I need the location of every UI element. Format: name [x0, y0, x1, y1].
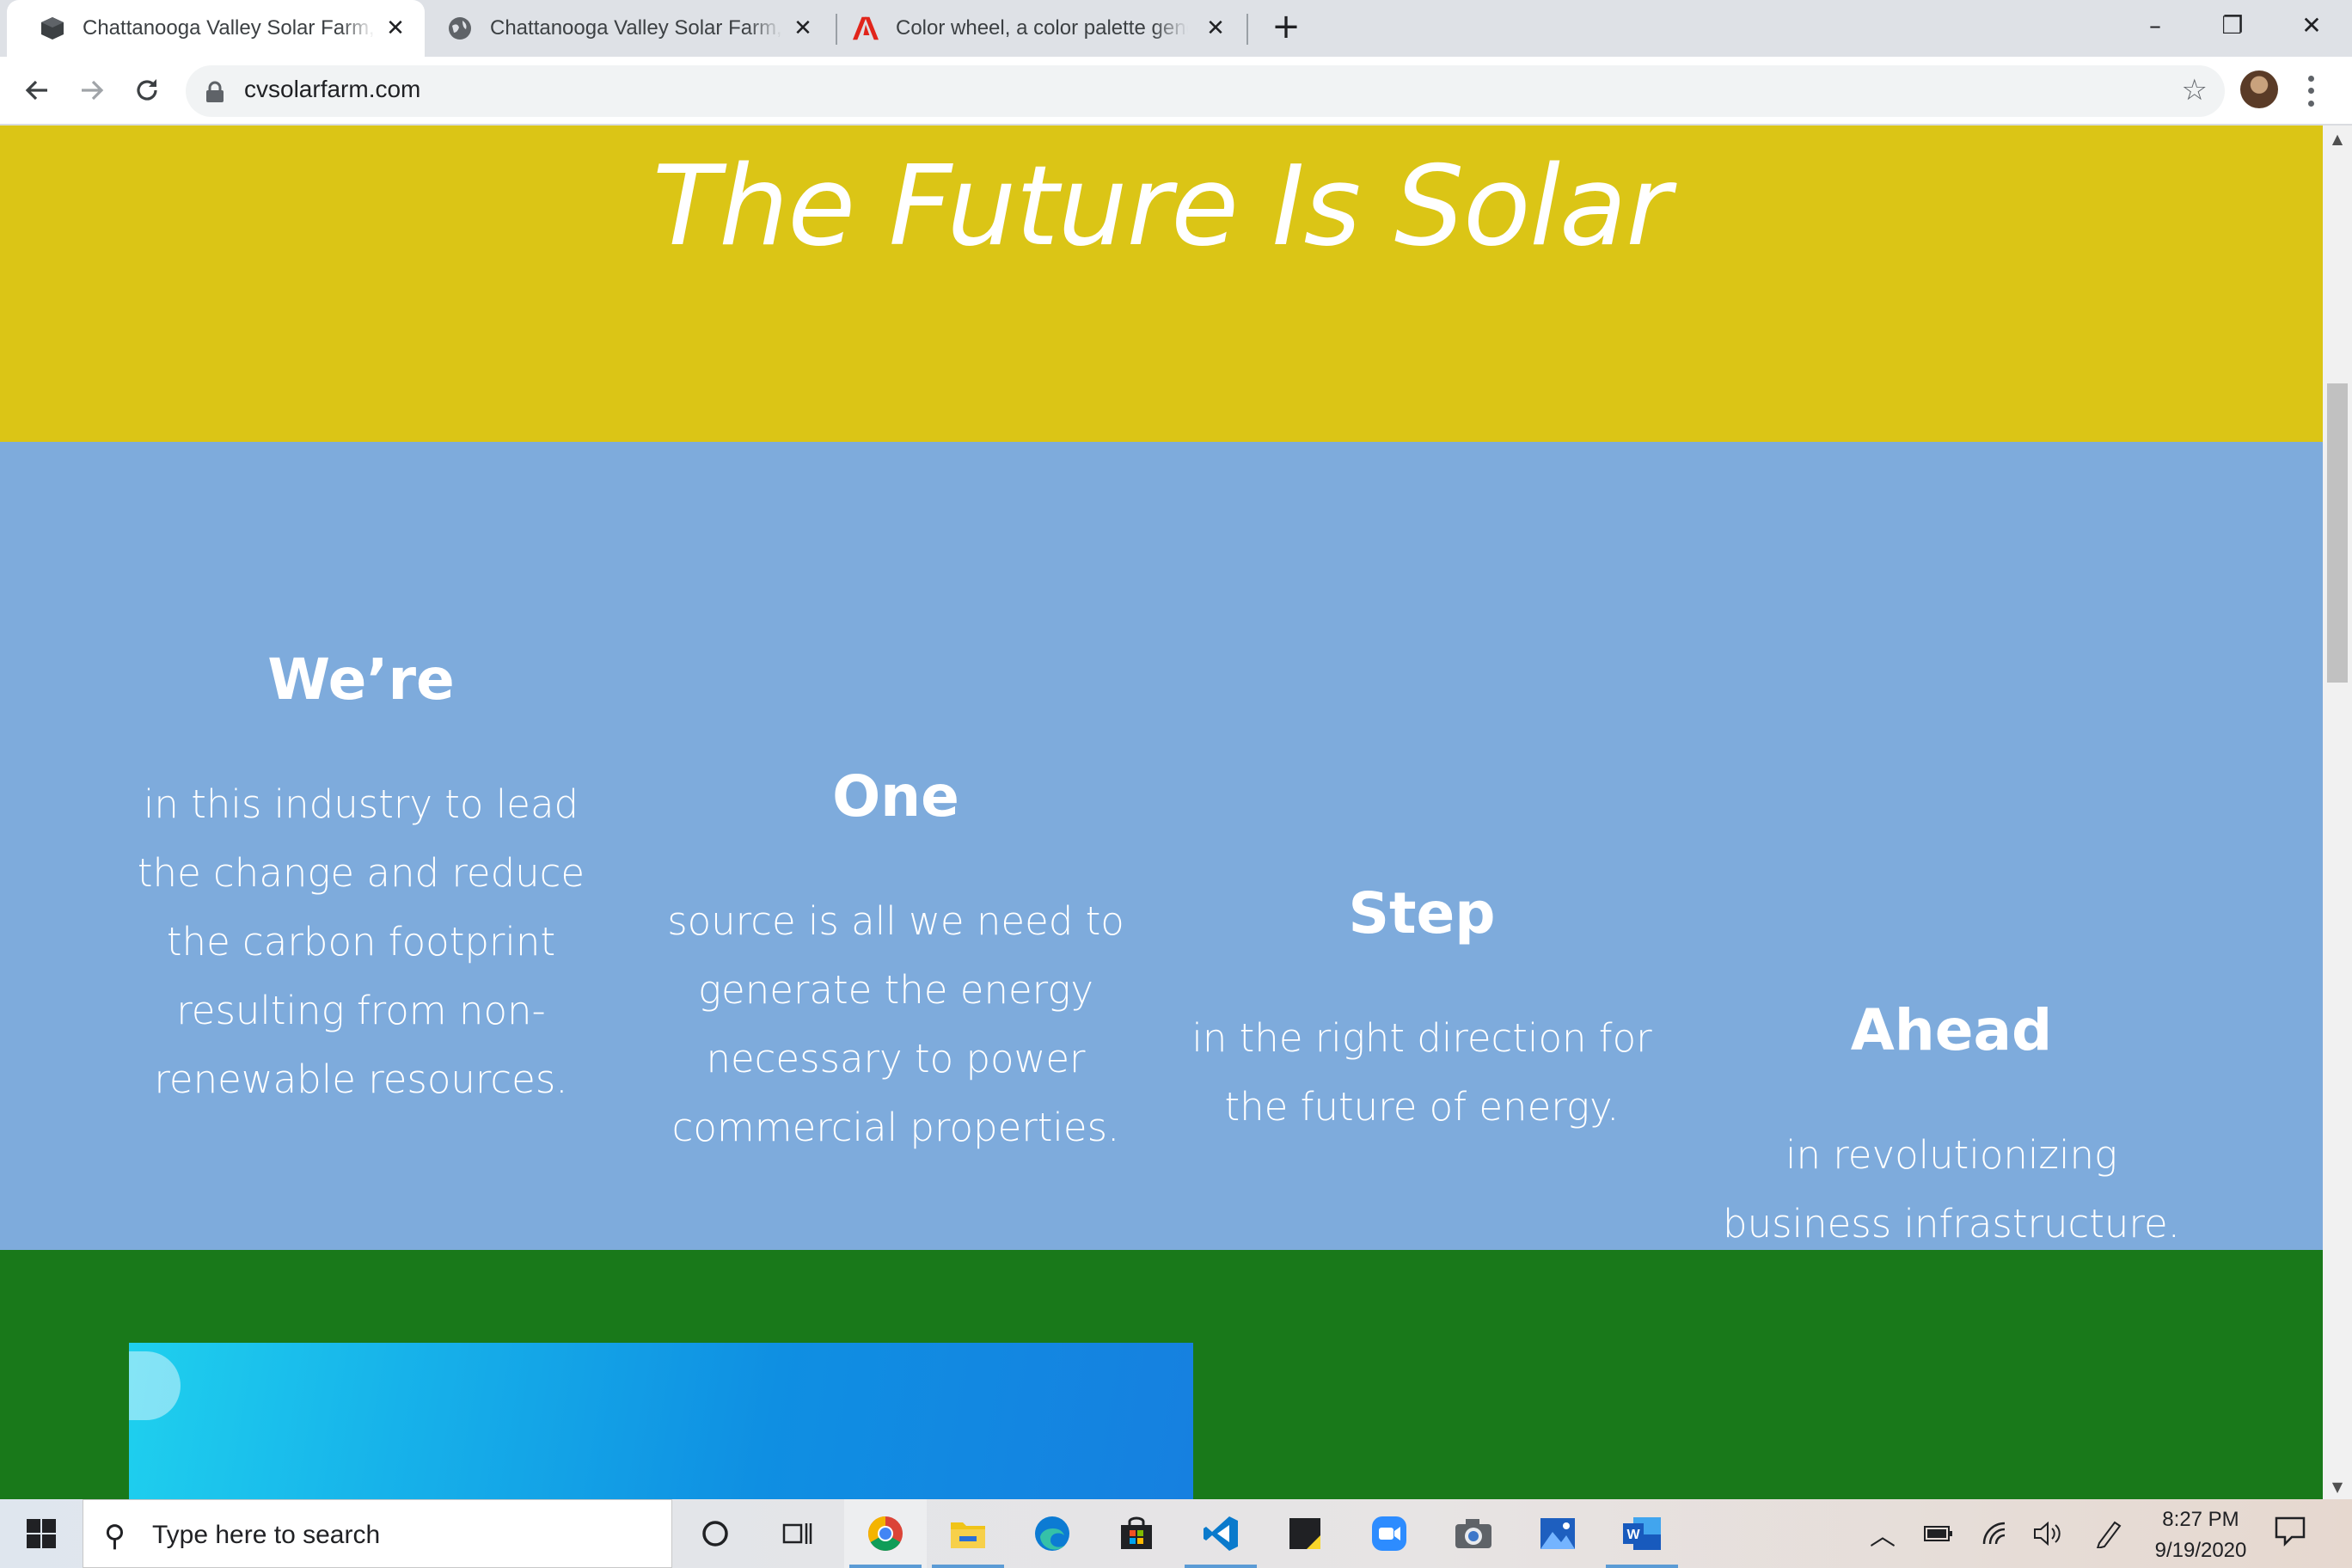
restore-button[interactable]: ❐ — [2194, 0, 2271, 50]
page-viewport: The Future Is Solar We’re in this indust… — [0, 126, 2323, 1499]
mission-section: We’re in this industry to lead the chang… — [0, 442, 2323, 1250]
column-line: generate the energy — [698, 967, 1093, 1013]
mission-column-were: We’re in this industry to lead the chang… — [95, 641, 628, 1114]
column-line: commercial properties. — [671, 1105, 1120, 1150]
start-button[interactable] — [0, 1499, 83, 1568]
close-tab-icon[interactable]: ✕ — [789, 15, 817, 42]
close-tab-icon[interactable]: ✕ — [1202, 15, 1229, 42]
cortana-icon[interactable] — [674, 1499, 756, 1568]
wifi-icon[interactable] — [1975, 1499, 2018, 1568]
battery-icon[interactable] — [1917, 1499, 1960, 1568]
mission-column-one: One source is all we need to generate th… — [629, 758, 1162, 1162]
search-icon: ⚲ — [104, 1519, 126, 1553]
mission-column-ahead: Ahead in revolutionizing business infras… — [1685, 992, 2218, 1259]
windows-logo-icon — [27, 1519, 56, 1548]
url-text: cvsolarfarm.com — [244, 76, 421, 102]
close-window-button[interactable]: ✕ — [2273, 0, 2350, 50]
arrow-right-icon — [82, 80, 104, 101]
tab-cvsolar-1[interactable]: Chattanooga Valley Solar Farm, LLC ✕ — [7, 0, 425, 57]
close-tab-icon[interactable]: ✕ — [382, 15, 409, 42]
browser-toolbar: cvsolarfarm.com ☆ — [0, 57, 2352, 126]
zoom-icon[interactable] — [1348, 1499, 1430, 1568]
reload-button[interactable] — [126, 69, 168, 112]
column-heading: Step — [1348, 880, 1496, 946]
tab-title: Color wheel, a color palette generator — [896, 16, 1188, 40]
file-explorer-icon[interactable] — [927, 1499, 1009, 1568]
arrow-left-icon — [25, 80, 47, 101]
column-line: in this industry to lead — [143, 781, 579, 827]
scrollbar-thumb[interactable] — [2327, 383, 2348, 683]
reload-icon — [137, 79, 157, 101]
lock-icon — [206, 81, 224, 102]
column-heading: One — [832, 763, 959, 830]
tab-title: Chattanooga Valley Solar Farm, LLC — [490, 16, 782, 40]
column-heading: Ahead — [1850, 997, 2053, 1063]
tab-title: Chattanooga Valley Solar Farm, LLC — [83, 16, 375, 40]
hero-title: The Future Is Solar — [652, 143, 1671, 271]
column-line: the change and reduce — [137, 850, 585, 896]
hero-section: The Future Is Solar — [0, 126, 2323, 442]
sticky-notes-icon[interactable] — [1264, 1499, 1346, 1568]
page-scrollbar[interactable]: ▲ ▼ — [2323, 126, 2352, 1499]
column-line: the future of energy. — [1224, 1084, 1620, 1130]
column-line: renewable resources. — [154, 1057, 568, 1102]
forward-button[interactable] — [70, 69, 113, 112]
column-line: the carbon footprint — [166, 919, 556, 965]
vscode-icon[interactable] — [1179, 1499, 1262, 1568]
column-line: necessary to power — [706, 1036, 1086, 1081]
windows-taskbar: ⚲ Type here to search W ︿ 8:27 PM 9/19/2… — [0, 1499, 2352, 1568]
back-button[interactable] — [15, 69, 58, 112]
pen-workspace-icon[interactable] — [2087, 1499, 2130, 1568]
clock-time: 8:27 PM — [2162, 1508, 2239, 1531]
adobe-icon — [853, 15, 879, 41]
scroll-up-arrow-icon[interactable]: ▲ — [2323, 126, 2352, 151]
tab-color-wheel[interactable]: Color wheel, a color palette generator ✕ — [837, 0, 1245, 57]
tab-cvsolar-2[interactable]: Chattanooga Valley Solar Farm, LLC ✕ — [425, 0, 832, 57]
column-heading: We’re — [267, 646, 455, 713]
camera-icon[interactable] — [1432, 1499, 1515, 1568]
edge-icon[interactable] — [1011, 1499, 1093, 1568]
profile-avatar[interactable] — [2240, 70, 2278, 108]
tab-strip: Chattanooga Valley Solar Farm, LLC ✕ Cha… — [0, 0, 2352, 57]
scroll-down-arrow-icon[interactable]: ▼ — [2323, 1473, 2352, 1499]
taskbar-search-box[interactable]: ⚲ Type here to search — [83, 1499, 672, 1568]
search-placeholder: Type here to search — [152, 1521, 381, 1549]
column-line: in revolutionizing — [1785, 1132, 2118, 1178]
task-view-icon[interactable] — [756, 1499, 839, 1568]
column-line: business infrastructure. — [1723, 1201, 2180, 1246]
word-icon[interactable]: W — [1601, 1499, 1683, 1568]
sky-photo — [129, 1343, 1193, 1499]
bookmark-star-icon[interactable]: ☆ — [2182, 76, 2208, 105]
clock-date: 9/19/2020 — [2154, 1539, 2247, 1562]
show-hidden-icons-chevron-icon[interactable]: ︿ — [1865, 1499, 1900, 1568]
cube-icon — [40, 15, 65, 41]
tab-separator — [1246, 14, 1248, 45]
address-bar[interactable]: cvsolarfarm.com ☆ — [186, 65, 2225, 117]
mission-column-step: Step in the right direction for the futu… — [1155, 875, 1688, 1142]
taskbar-clock[interactable]: 8:27 PM 9/19/2020 — [2132, 1504, 2269, 1566]
new-tab-button[interactable]: + — [1269, 9, 1303, 46]
notifications-icon[interactable] — [2273, 1513, 2314, 1554]
column-line: resulting from non- — [176, 988, 546, 1033]
volume-icon[interactable] — [2027, 1499, 2070, 1568]
column-line: source is all we need to — [667, 898, 1124, 944]
chrome-icon[interactable] — [844, 1499, 927, 1568]
browser-menu-button[interactable] — [2300, 72, 2321, 110]
column-line: in the right direction for — [1191, 1015, 1652, 1061]
store-icon[interactable] — [1095, 1499, 1178, 1568]
globe-icon — [447, 15, 473, 41]
svg-text:W: W — [1626, 1528, 1640, 1542]
minimize-button[interactable]: – — [2116, 0, 2194, 50]
photos-icon[interactable] — [1516, 1499, 1599, 1568]
